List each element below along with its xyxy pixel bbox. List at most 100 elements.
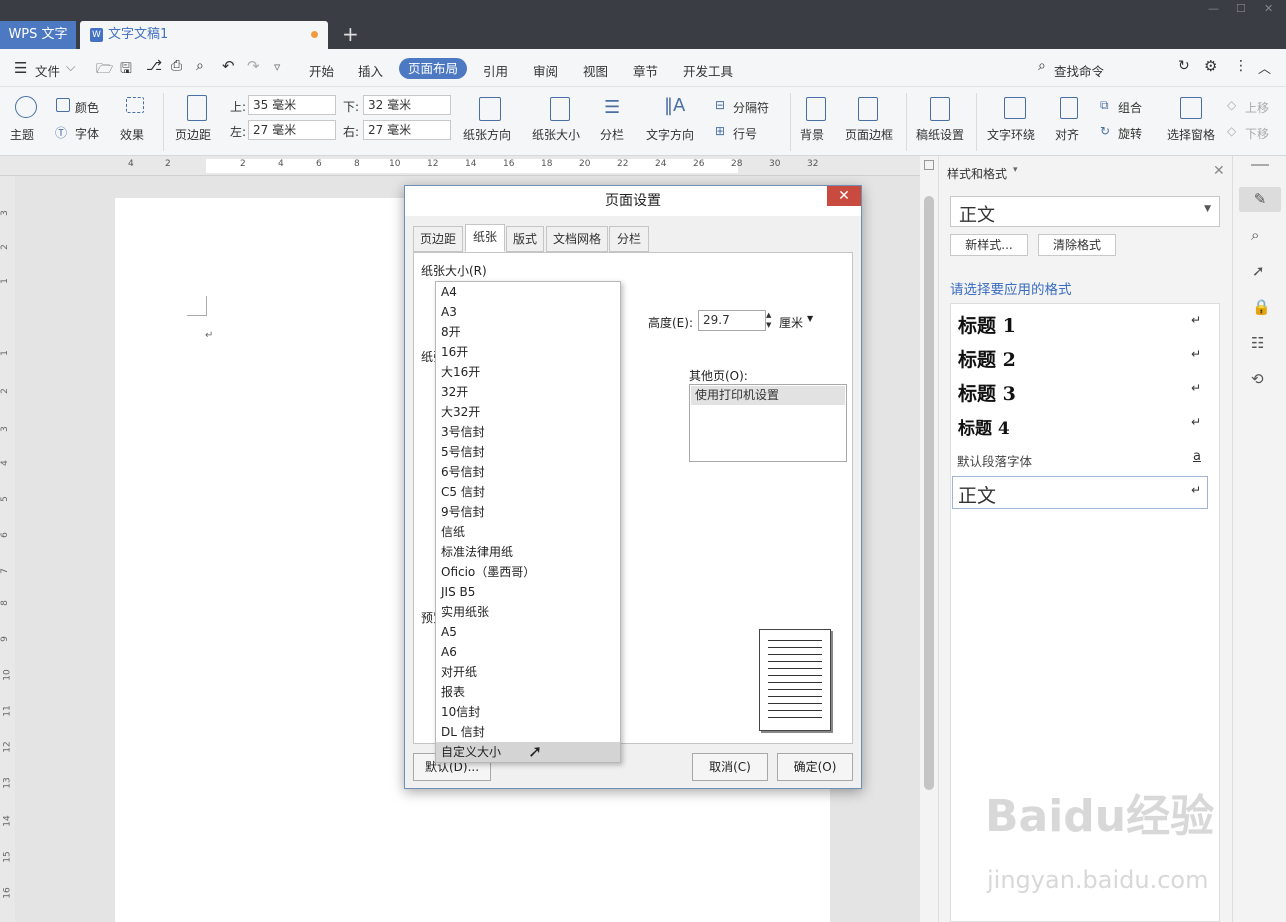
close-icon[interactable]: ✕: [827, 186, 861, 206]
bottom-margin-input[interactable]: 32 毫米: [363, 95, 451, 115]
paper-option[interactable]: A5: [436, 622, 620, 642]
vertical-ruler[interactable]: 3 2 1 1 2 3 4 5 6 7 8 9 10 11 12 13 14 1…: [0, 176, 15, 922]
file-menu[interactable]: 文件: [35, 61, 60, 80]
theme-button[interactable]: 主题: [10, 126, 34, 143]
paper-option[interactable]: JIS B5: [436, 582, 620, 602]
unit-dropdown-icon[interactable]: ▼: [807, 314, 813, 323]
orientation-button[interactable]: 纸张方向: [463, 126, 511, 143]
panel-title[interactable]: 样式和格式: [947, 165, 1007, 182]
history-icon[interactable]: ⟲: [1251, 370, 1264, 388]
cancel-button[interactable]: 取消(C): [692, 753, 768, 781]
print-icon[interactable]: ⎙: [171, 58, 182, 74]
hamburger-icon[interactable]: ☰: [14, 59, 27, 77]
tab-references[interactable]: 引用: [483, 61, 508, 80]
height-spinner[interactable]: ▲ ▼: [766, 310, 776, 331]
paper-option[interactable]: 10信封: [436, 702, 620, 722]
style-heading-2[interactable]: 标题 2: [958, 345, 1016, 372]
panel-title-dropdown-icon[interactable]: ▾: [1013, 165, 1018, 175]
paper-option[interactable]: 实用纸张: [436, 602, 620, 622]
paper-option[interactable]: 9号信封: [436, 502, 620, 522]
tab-columns[interactable]: 分栏: [609, 226, 649, 252]
color-button[interactable]: 颜色: [75, 99, 99, 116]
new-style-button[interactable]: 新样式...: [950, 234, 1028, 256]
add-tab-button[interactable]: +: [342, 22, 359, 46]
lock-icon[interactable]: 🔒: [1252, 298, 1271, 316]
undo-icon[interactable]: ↶: [222, 57, 235, 75]
paper-option[interactable]: 信纸: [436, 522, 620, 542]
top-margin-input[interactable]: 35 毫米: [248, 95, 336, 115]
paper-option[interactable]: 大32开: [436, 402, 620, 422]
vertical-scrollbar[interactable]: [920, 156, 938, 922]
scrollbar-thumb[interactable]: [924, 196, 934, 790]
tab-review[interactable]: 审阅: [533, 61, 558, 80]
tab-layout[interactable]: 版式: [506, 226, 544, 252]
style-body-text[interactable]: 正文: [958, 481, 996, 508]
document-tab[interactable]: W 文字文稿1: [80, 21, 328, 49]
rotate-button[interactable]: 旋转: [1118, 125, 1142, 142]
paper-size-dropdown[interactable]: A4 A3 8开 16开 大16开 32开 大32开 3号信封 5号信封 6号信…: [435, 281, 621, 763]
unit-select[interactable]: 厘米: [779, 314, 803, 331]
style-default-font[interactable]: 默认段落字体: [957, 451, 1032, 470]
tab-margins[interactable]: 页边距: [413, 226, 463, 252]
line-number-button[interactable]: 行号: [733, 125, 757, 142]
font-button[interactable]: 字体: [75, 125, 99, 142]
paper-option[interactable]: 大16开: [436, 362, 620, 382]
save-icon[interactable]: 🖫: [120, 58, 132, 82]
paper-size-button[interactable]: 纸张大小: [532, 126, 580, 143]
paper-option[interactable]: A4: [436, 282, 620, 302]
tab-paper[interactable]: 纸张: [465, 224, 505, 252]
tab-start[interactable]: 开始: [309, 61, 334, 80]
paper-option[interactable]: 报表: [436, 682, 620, 702]
paper-option[interactable]: A6: [436, 642, 620, 662]
paper-option[interactable]: 8开: [436, 322, 620, 342]
move-down-button[interactable]: 下移: [1245, 125, 1269, 142]
background-button[interactable]: 背景: [800, 126, 824, 143]
margins-button[interactable]: 页边距: [175, 126, 211, 143]
current-style-select[interactable]: 正文 ▼: [950, 196, 1220, 227]
redo-icon[interactable]: ↷: [247, 57, 260, 75]
find-doc-icon[interactable]: ⌕: [1251, 226, 1259, 244]
cursor-icon[interactable]: ➚: [1252, 262, 1265, 280]
page-border-button[interactable]: 页面边框: [845, 126, 893, 143]
maximize-icon[interactable]: ☐: [1236, 2, 1246, 15]
collapse-ribbon-icon[interactable]: ︿: [1258, 58, 1271, 77]
clear-format-button[interactable]: 清除格式: [1038, 234, 1116, 256]
manuscript-button[interactable]: 稿纸设置: [916, 126, 964, 143]
other-pages-option[interactable]: 使用打印机设置: [691, 386, 845, 405]
paper-option[interactable]: 对开纸: [436, 662, 620, 682]
tab-chapter[interactable]: 章节: [633, 61, 658, 80]
paper-option[interactable]: 16开: [436, 342, 620, 362]
separator-button[interactable]: 分隔符: [733, 99, 769, 116]
gear-icon[interactable]: ⚙: [1204, 57, 1217, 75]
paper-option[interactable]: A3: [436, 302, 620, 322]
columns-button[interactable]: 分栏: [600, 126, 624, 143]
minimize-icon[interactable]: —: [1208, 2, 1219, 15]
chevron-down-icon[interactable]: ⌵: [66, 59, 75, 75]
format-painter-icon[interactable]: ⎇: [146, 58, 162, 74]
align-button[interactable]: 对齐: [1055, 126, 1079, 143]
selection-pane-button[interactable]: 选择窗格: [1167, 126, 1215, 143]
move-up-button[interactable]: 上移: [1245, 99, 1269, 116]
settings-sliders-icon[interactable]: ☷: [1251, 334, 1264, 352]
horizontal-ruler[interactable]: 4 2 2 4 6 8 10 12 14 16 18 20 22 24 26 2…: [0, 156, 920, 176]
quick-access-dropdown-icon[interactable]: ▿: [274, 59, 280, 74]
other-pages-list[interactable]: 使用打印机设置: [689, 384, 847, 462]
tab-developer[interactable]: 开发工具: [683, 61, 733, 80]
search-command[interactable]: 查找命令: [1054, 61, 1104, 80]
open-icon[interactable]: 🗁: [96, 58, 113, 82]
ok-button[interactable]: 确定(O): [777, 753, 853, 781]
height-input[interactable]: 29.7: [698, 310, 766, 331]
more-icon[interactable]: ⋮: [1234, 58, 1248, 74]
paper-option[interactable]: Oficio（墨西哥）: [436, 562, 620, 582]
app-tab[interactable]: WPS 文字: [0, 21, 76, 49]
tab-insert[interactable]: 插入: [358, 61, 383, 80]
left-margin-input[interactable]: 27 毫米: [248, 120, 336, 140]
close-panel-icon[interactable]: ✕: [1213, 163, 1225, 179]
paper-option[interactable]: DL 信封: [436, 722, 620, 742]
style-heading-4[interactable]: 标题 4: [958, 414, 1010, 439]
right-margin-input[interactable]: 27 毫米: [363, 120, 451, 140]
style-heading-1[interactable]: 标题 1: [958, 311, 1016, 338]
paper-option[interactable]: 标准法律用纸: [436, 542, 620, 562]
paper-option[interactable]: C5 信封: [436, 482, 620, 502]
effect-button[interactable]: 效果: [120, 126, 144, 143]
